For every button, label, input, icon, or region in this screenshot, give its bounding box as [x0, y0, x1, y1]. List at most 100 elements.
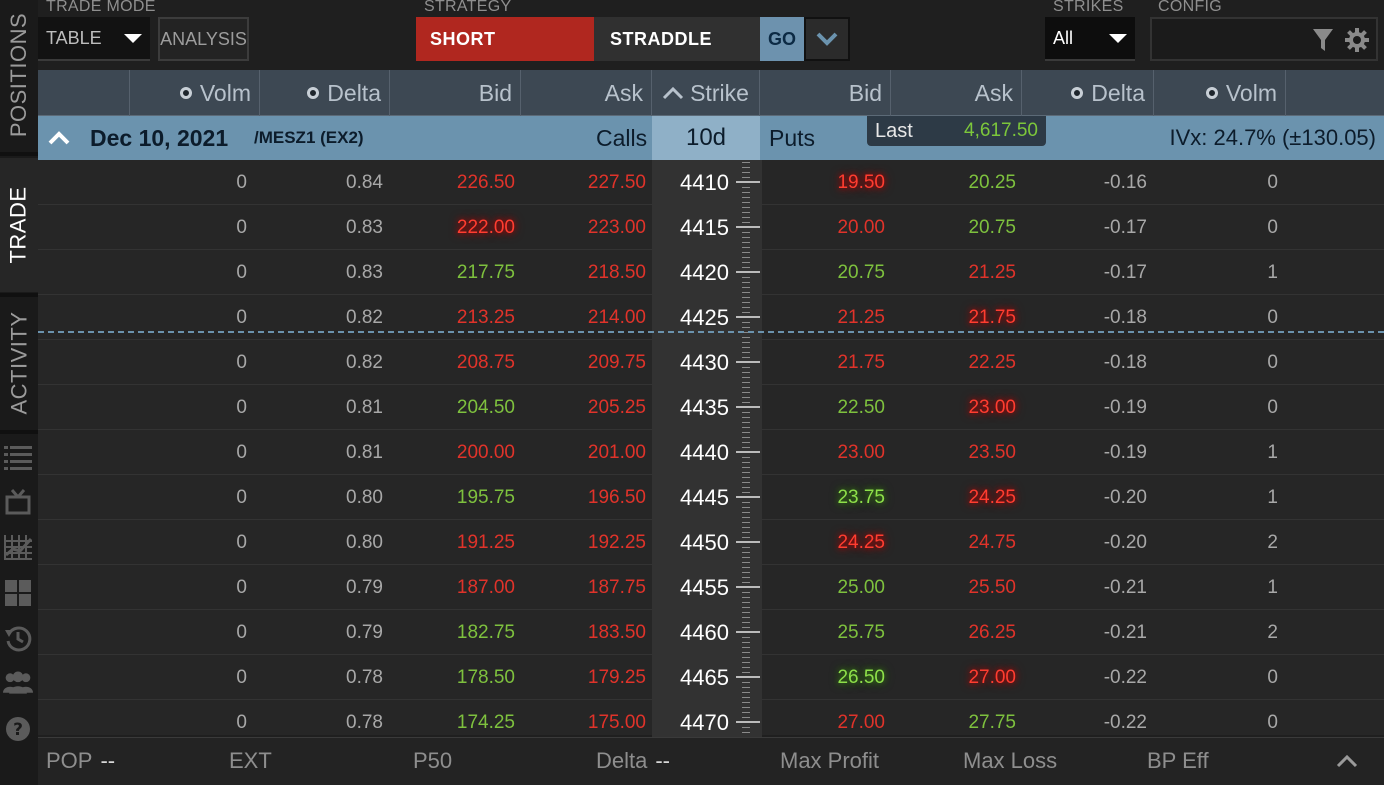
header-call-volm-label: Volm	[199, 79, 251, 106]
header-call-delta[interactable]: Delta	[260, 70, 390, 116]
chain-row[interactable]: 0 0.80 191.25 192.25 24.25 24.75 -0.20 2 4450	[38, 520, 1384, 565]
left-rail: POSITIONS TRADE ACTIVITY ?	[0, 0, 38, 785]
chain-row[interactable]: 0 0.83 222.00 223.00 20.00 20.75 -0.17 0 4415	[38, 205, 1384, 250]
analysis-button[interactable]: ANALYSIS	[158, 17, 249, 61]
expiration-symbol: /MESZ1 (EX2)	[254, 128, 364, 147]
ext-label: EXT	[229, 748, 272, 773]
strategy-menu-button[interactable]	[804, 17, 850, 61]
strike-tick	[736, 406, 760, 408]
strike-tick	[736, 226, 760, 228]
go-button[interactable]: GO	[760, 17, 804, 61]
header-strike-label: Strike	[690, 79, 749, 106]
days-to-expiration: 10d	[652, 116, 760, 160]
chain-row[interactable]: 0 0.80 195.75 196.50 23.75 24.25 -0.20 1 4445	[38, 475, 1384, 520]
collapse-icon[interactable]	[48, 116, 70, 160]
pop-stat: POP --	[46, 738, 115, 784]
expiration-row[interactable]: Dec 10, 2021 /MESZ1 (EX2) Calls 10d Puts…	[38, 116, 1384, 160]
strike-tick	[736, 496, 760, 498]
chain-row[interactable]: 0 0.79 187.00 187.75 25.00 25.50 -0.21 1 4455	[38, 565, 1384, 610]
radio-icon	[1205, 87, 1218, 99]
header-put-delta[interactable]: Delta	[1022, 70, 1154, 116]
header-strike[interactable]: Strike	[652, 70, 760, 116]
chain-row[interactable]: 0 0.78 178.50 179.25 26.50 27.00 -0.22 0 4465	[38, 655, 1384, 700]
p50-label: P50	[413, 748, 453, 773]
chain-row[interactable]: 0 0.79 182.75 183.50 25.75 26.25 -0.21 2 4460	[38, 610, 1384, 655]
config-label: CONFIG	[1158, 0, 1223, 15]
filter-icon[interactable]	[1312, 27, 1334, 58]
svg-text:?: ?	[13, 720, 23, 740]
side-short-button[interactable]: SHORT	[416, 17, 594, 61]
option-chain-table: 0 0.84 226.50 227.50 19.50 20.25 -0.16 0 4410 0 0.…	[38, 160, 1384, 745]
trade-mode-value: TABLE	[46, 27, 102, 48]
radio-icon	[179, 87, 192, 99]
rail-divider	[0, 430, 38, 434]
strike-tick	[736, 271, 760, 273]
last-price-value: 4,617.50	[964, 120, 1038, 141]
strikes-select[interactable]: All	[1045, 17, 1135, 61]
puts-label: Puts	[769, 124, 816, 151]
expand-summary-icon[interactable]	[1336, 738, 1358, 784]
header-put-volm[interactable]: Volm	[1154, 70, 1286, 116]
people-icon[interactable]	[3, 668, 33, 698]
tab-activity[interactable]: ACTIVITY	[0, 298, 38, 428]
delta-label: Delta	[596, 748, 648, 773]
bp-eff-label: BP Eff	[1147, 748, 1209, 773]
strategy-label: STRATEGY	[424, 0, 512, 15]
chain-row[interactable]: 0 0.81 200.00 201.00 23.00 23.50 -0.19 1 4440	[38, 430, 1384, 475]
strike-tick	[736, 541, 760, 543]
toolbar: TRADE MODE TABLE ANALYSIS STRATEGY SHORT…	[38, 0, 1384, 70]
trade-mode-label: TRADE MODE	[46, 0, 156, 15]
rail-divider	[0, 293, 38, 297]
ivx-value: IVx: 24.7% (±130.05)	[1169, 125, 1376, 150]
strike-tick	[736, 676, 760, 678]
at-the-money-line	[38, 331, 1384, 333]
strike-tick	[736, 361, 760, 363]
header-put-delta-label: Delta	[1091, 79, 1145, 106]
strike-tick	[736, 586, 760, 588]
max-loss-label: Max Loss	[963, 748, 1058, 773]
strikes-label: STRIKES	[1053, 0, 1124, 15]
sort-up-icon	[663, 86, 684, 100]
chain-row[interactable]: 0 0.81 204.50 205.25 22.50 23.00 -0.19 0 4435	[38, 385, 1384, 430]
strategy-value: STRADDLE	[610, 28, 712, 49]
help-icon[interactable]: ?	[3, 714, 33, 744]
header-put-ask[interactable]: Ask	[891, 70, 1022, 116]
strike-tick	[736, 721, 760, 723]
chain-row[interactable]: 0 0.82 213.25 214.00 21.25 21.75 -0.18 0 4425	[38, 295, 1384, 340]
pop-value: --	[100, 748, 116, 773]
header-call-volm[interactable]: Volm	[130, 70, 260, 116]
chain-row[interactable]: 0 0.82 208.75 209.75 21.75 22.25 -0.18 0 4430	[38, 340, 1384, 385]
tab-activity-label: ACTIVITY	[6, 311, 32, 415]
history-icon[interactable]	[3, 623, 33, 653]
tab-trade[interactable]: TRADE	[0, 158, 38, 292]
tab-positions-label: POSITIONS	[6, 12, 32, 138]
trade-mode-select[interactable]: TABLE	[38, 17, 150, 61]
trade-summary-bar: POP -- EXT P50 Delta -- Max Profit Max Los…	[38, 737, 1384, 785]
calls-label: Calls	[596, 124, 648, 151]
gear-icon[interactable]	[1344, 27, 1370, 58]
config-bar	[1150, 17, 1378, 61]
pop-label: POP	[46, 748, 93, 773]
tab-positions[interactable]: POSITIONS	[0, 0, 38, 150]
strike-tick	[736, 451, 760, 453]
chevron-down-icon	[1109, 34, 1127, 43]
strategy-select[interactable]: STRADDLE	[594, 17, 760, 61]
header-call-bid[interactable]: Bid	[390, 70, 521, 116]
header-call-delta-label: Delta	[327, 79, 381, 106]
strike-tick	[736, 316, 760, 318]
header-put-volm-label: Volm	[1225, 79, 1277, 106]
chart-icon[interactable]	[3, 532, 33, 562]
header-put-bid[interactable]: Bid	[760, 70, 891, 116]
tv-icon[interactable]	[3, 487, 33, 517]
strikes-value: All	[1053, 27, 1074, 48]
header-call-ask[interactable]: Ask	[521, 70, 652, 116]
header-call-ask-label: Ask	[604, 79, 643, 106]
go-button-label: GO	[767, 28, 796, 49]
chain-row[interactable]: 0 0.84 226.50 227.50 19.50 20.25 -0.16 0 4410	[38, 160, 1384, 205]
list-icon[interactable]	[3, 442, 33, 472]
chevron-down-icon	[816, 32, 838, 46]
chevron-down-icon	[124, 34, 142, 43]
radio-icon	[1071, 87, 1084, 99]
grid-icon[interactable]	[3, 578, 33, 608]
chain-row[interactable]: 0 0.83 217.75 218.50 20.75 21.25 -0.17 1 4420	[38, 250, 1384, 295]
